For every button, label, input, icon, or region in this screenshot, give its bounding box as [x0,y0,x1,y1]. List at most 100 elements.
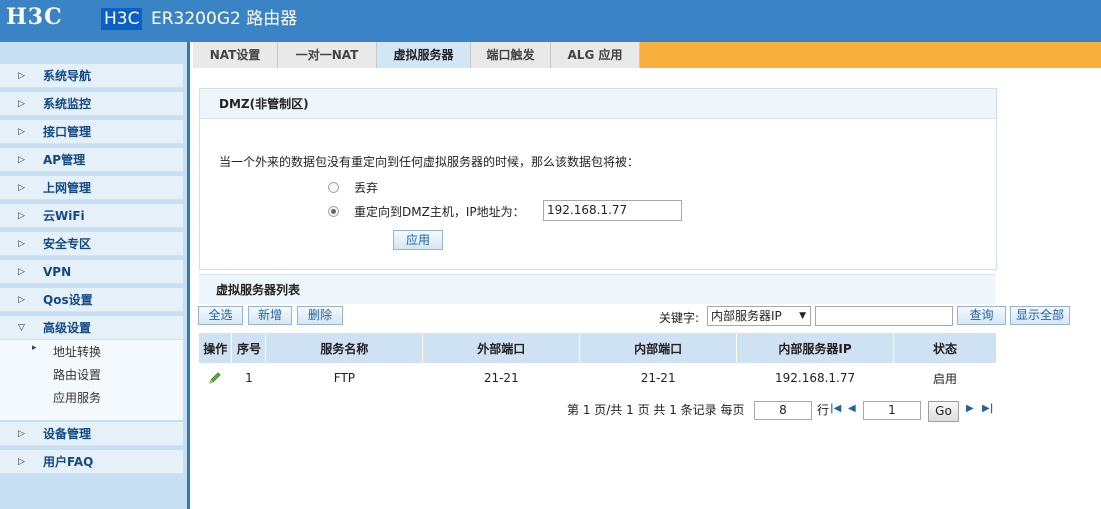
dmz-description: 当一个外来的数据包没有重定向到任何虚拟服务器的时候，那么该数据包将被： [219,155,640,169]
expand-arrow-icon: ▷ [18,428,25,439]
expand-arrow-icon: ▷ [18,294,25,305]
sidebar-item-cloud-wifi[interactable]: ▷ 云WiFi [0,204,183,228]
sidebar-item-security[interactable]: ▷ 安全专区 [0,232,183,256]
select-all-button[interactable]: 全选 [198,306,243,325]
sidebar: ▷ 系统导航 ▷ 系统监控 ▷ 接口管理 ▷ AP管理 ▷ 上网管理 ▷ 云Wi… [0,42,190,509]
virtual-server-table: 操作 序号 服务名称 外部端口 内部端口 内部服务器IP 状态 1 FTP 21… [199,333,997,393]
next-page-icon[interactable]: ▶ [966,403,974,414]
sidebar-item-advanced[interactable]: ▽ 高级设置 [0,316,183,340]
keyword-select-value: 内部服务器IP [711,309,782,323]
redirect-label: 重定向到DMZ主机，IP地址为： [354,205,525,219]
tab-port-trigger[interactable]: 端口触发 [471,42,551,68]
keyword-input[interactable] [815,306,953,326]
table-header-row: 操作 序号 服务名称 外部端口 内部端口 内部服务器IP 状态 [199,333,997,363]
pager-summary: 第 1 页/共 1 页 共 1 条记录 每页 [567,403,745,417]
discard-option[interactable]: 丢弃 [328,179,378,196]
submenu-routing[interactable]: 路由设置 [53,366,101,384]
col-index: 序号 [231,333,267,363]
expand-arrow-icon: ▷ [18,266,25,277]
go-button[interactable]: Go [928,401,959,422]
submenu-app-services[interactable]: 应用服务 [53,389,101,407]
discard-radio[interactable] [328,182,339,193]
sidebar-submenu: ▸ 地址转换 路由设置 应用服务 [0,340,183,420]
model-brand: H3C [101,8,143,30]
app-header: H3C H3C ER3200G2 路由器 [0,0,1101,42]
edit-cell [199,363,232,393]
sidebar-item-faq[interactable]: ▷ 用户FAQ [0,450,183,474]
keyword-select[interactable]: 内部服务器IP ▼ [707,306,811,326]
tab-nat[interactable]: NAT设置 [193,42,278,68]
tab-virtual-server[interactable]: 虚拟服务器 [377,42,471,68]
col-service-name: 服务名称 [265,333,424,363]
sidebar-item-label: VPN [43,264,72,279]
col-external-port: 外部端口 [422,333,581,363]
sidebar-item-label: 接口管理 [43,125,92,139]
table-row: 1 FTP 21-21 21-21 192.168.1.77 启用 [199,363,997,393]
expand-arrow-icon: ▷ [18,98,25,109]
keyword-label: 关键字: [659,311,700,325]
dmz-title: DMZ(非管制区) [200,89,996,119]
submenu-nat[interactable]: 地址转换 [53,343,101,361]
per-page-unit: 行 [817,403,830,417]
sidebar-item-nav[interactable]: ▷ 系统导航 [0,64,183,88]
show-all-button[interactable]: 显示全部 [1010,306,1070,325]
expand-arrow-icon: ▷ [18,126,25,137]
sidebar-item-vpn[interactable]: ▷ VPN [0,260,183,284]
expand-arrow-icon: ▷ [18,182,25,193]
page-number-input[interactable]: 1 [863,401,921,420]
redirect-option[interactable]: 重定向到DMZ主机，IP地址为： [328,203,525,220]
sidebar-item-qos[interactable]: ▷ Qos设置 [0,288,183,312]
add-button[interactable]: 新增 [248,306,292,325]
expand-arrow-icon: ▷ [18,456,25,467]
prev-page-icon[interactable]: ◀ [848,403,856,414]
sidebar-item-ap[interactable]: ▷ AP管理 [0,148,183,172]
sidebar-item-interface[interactable]: ▷ 接口管理 [0,120,183,144]
sidebar-item-monitor[interactable]: ▷ 系统监控 [0,92,183,116]
tab-alg[interactable]: ALG 应用 [551,42,640,68]
expand-arrow-icon: ▷ [18,210,25,221]
row-internal-ip: 192.168.1.77 [736,363,894,393]
expand-arrow-icon: ▷ [18,154,25,165]
collapse-arrow-icon: ▽ [18,322,25,333]
col-internal-port: 内部端口 [579,333,738,363]
col-status: 状态 [893,333,997,363]
sidebar-item-label: 用户FAQ [43,455,94,469]
redirect-radio[interactable] [328,206,339,217]
dropdown-caret-icon: ▼ [799,311,806,321]
sidebar-item-label: 系统导航 [43,69,92,83]
col-action: 操作 [199,333,233,363]
row-status: 启用 [893,363,997,393]
sidebar-item-label: 云WiFi [43,209,85,223]
sidebar-item-label: 安全专区 [43,237,92,251]
discard-label: 丢弃 [354,181,379,195]
per-page-input[interactable]: 8 [754,401,812,420]
sidebar-item-label: 上网管理 [43,181,92,195]
row-internal-port: 21-21 [579,363,737,393]
sidebar-item-label: Qos设置 [43,293,93,307]
edit-pencil-icon[interactable] [207,370,223,386]
sidebar-item-label: 高级设置 [43,321,92,335]
sidebar-item-device[interactable]: ▷ 设备管理 [0,422,183,446]
h3c-logo: H3C [6,4,63,30]
dmz-panel: DMZ(非管制区) 当一个外来的数据包没有重定向到任何虚拟服务器的时候，那么该数… [199,88,997,270]
expand-arrow-icon: ▷ [18,70,25,81]
model-name: ER3200G2 路由器 [151,9,298,29]
row-external-port: 21-21 [422,363,580,393]
sidebar-item-label: 系统监控 [43,97,92,111]
sidebar-item-internet[interactable]: ▷ 上网管理 [0,176,183,200]
first-page-icon[interactable]: |◀ [830,403,841,414]
expand-arrow-icon: ▷ [18,238,25,249]
bullet-icon: ▸ [32,343,37,353]
query-button[interactable]: 查询 [957,306,1006,325]
virtual-server-list-title: 虚拟服务器列表 [199,274,995,304]
dmz-ip-input[interactable]: 192.168.1.77 [543,200,682,221]
tab-bar: NAT设置 一对一NAT 虚拟服务器 端口触发 ALG 应用 [193,42,1101,68]
col-internal-ip: 内部服务器IP [736,333,895,363]
apply-button[interactable]: 应用 [393,230,443,250]
last-page-icon[interactable]: ▶| [982,403,993,414]
sidebar-item-label: AP管理 [43,153,86,167]
row-service-name: FTP [265,363,423,393]
row-index: 1 [231,363,266,393]
tab-one-to-one-nat[interactable]: 一对一NAT [278,42,377,68]
delete-button[interactable]: 删除 [297,306,343,325]
